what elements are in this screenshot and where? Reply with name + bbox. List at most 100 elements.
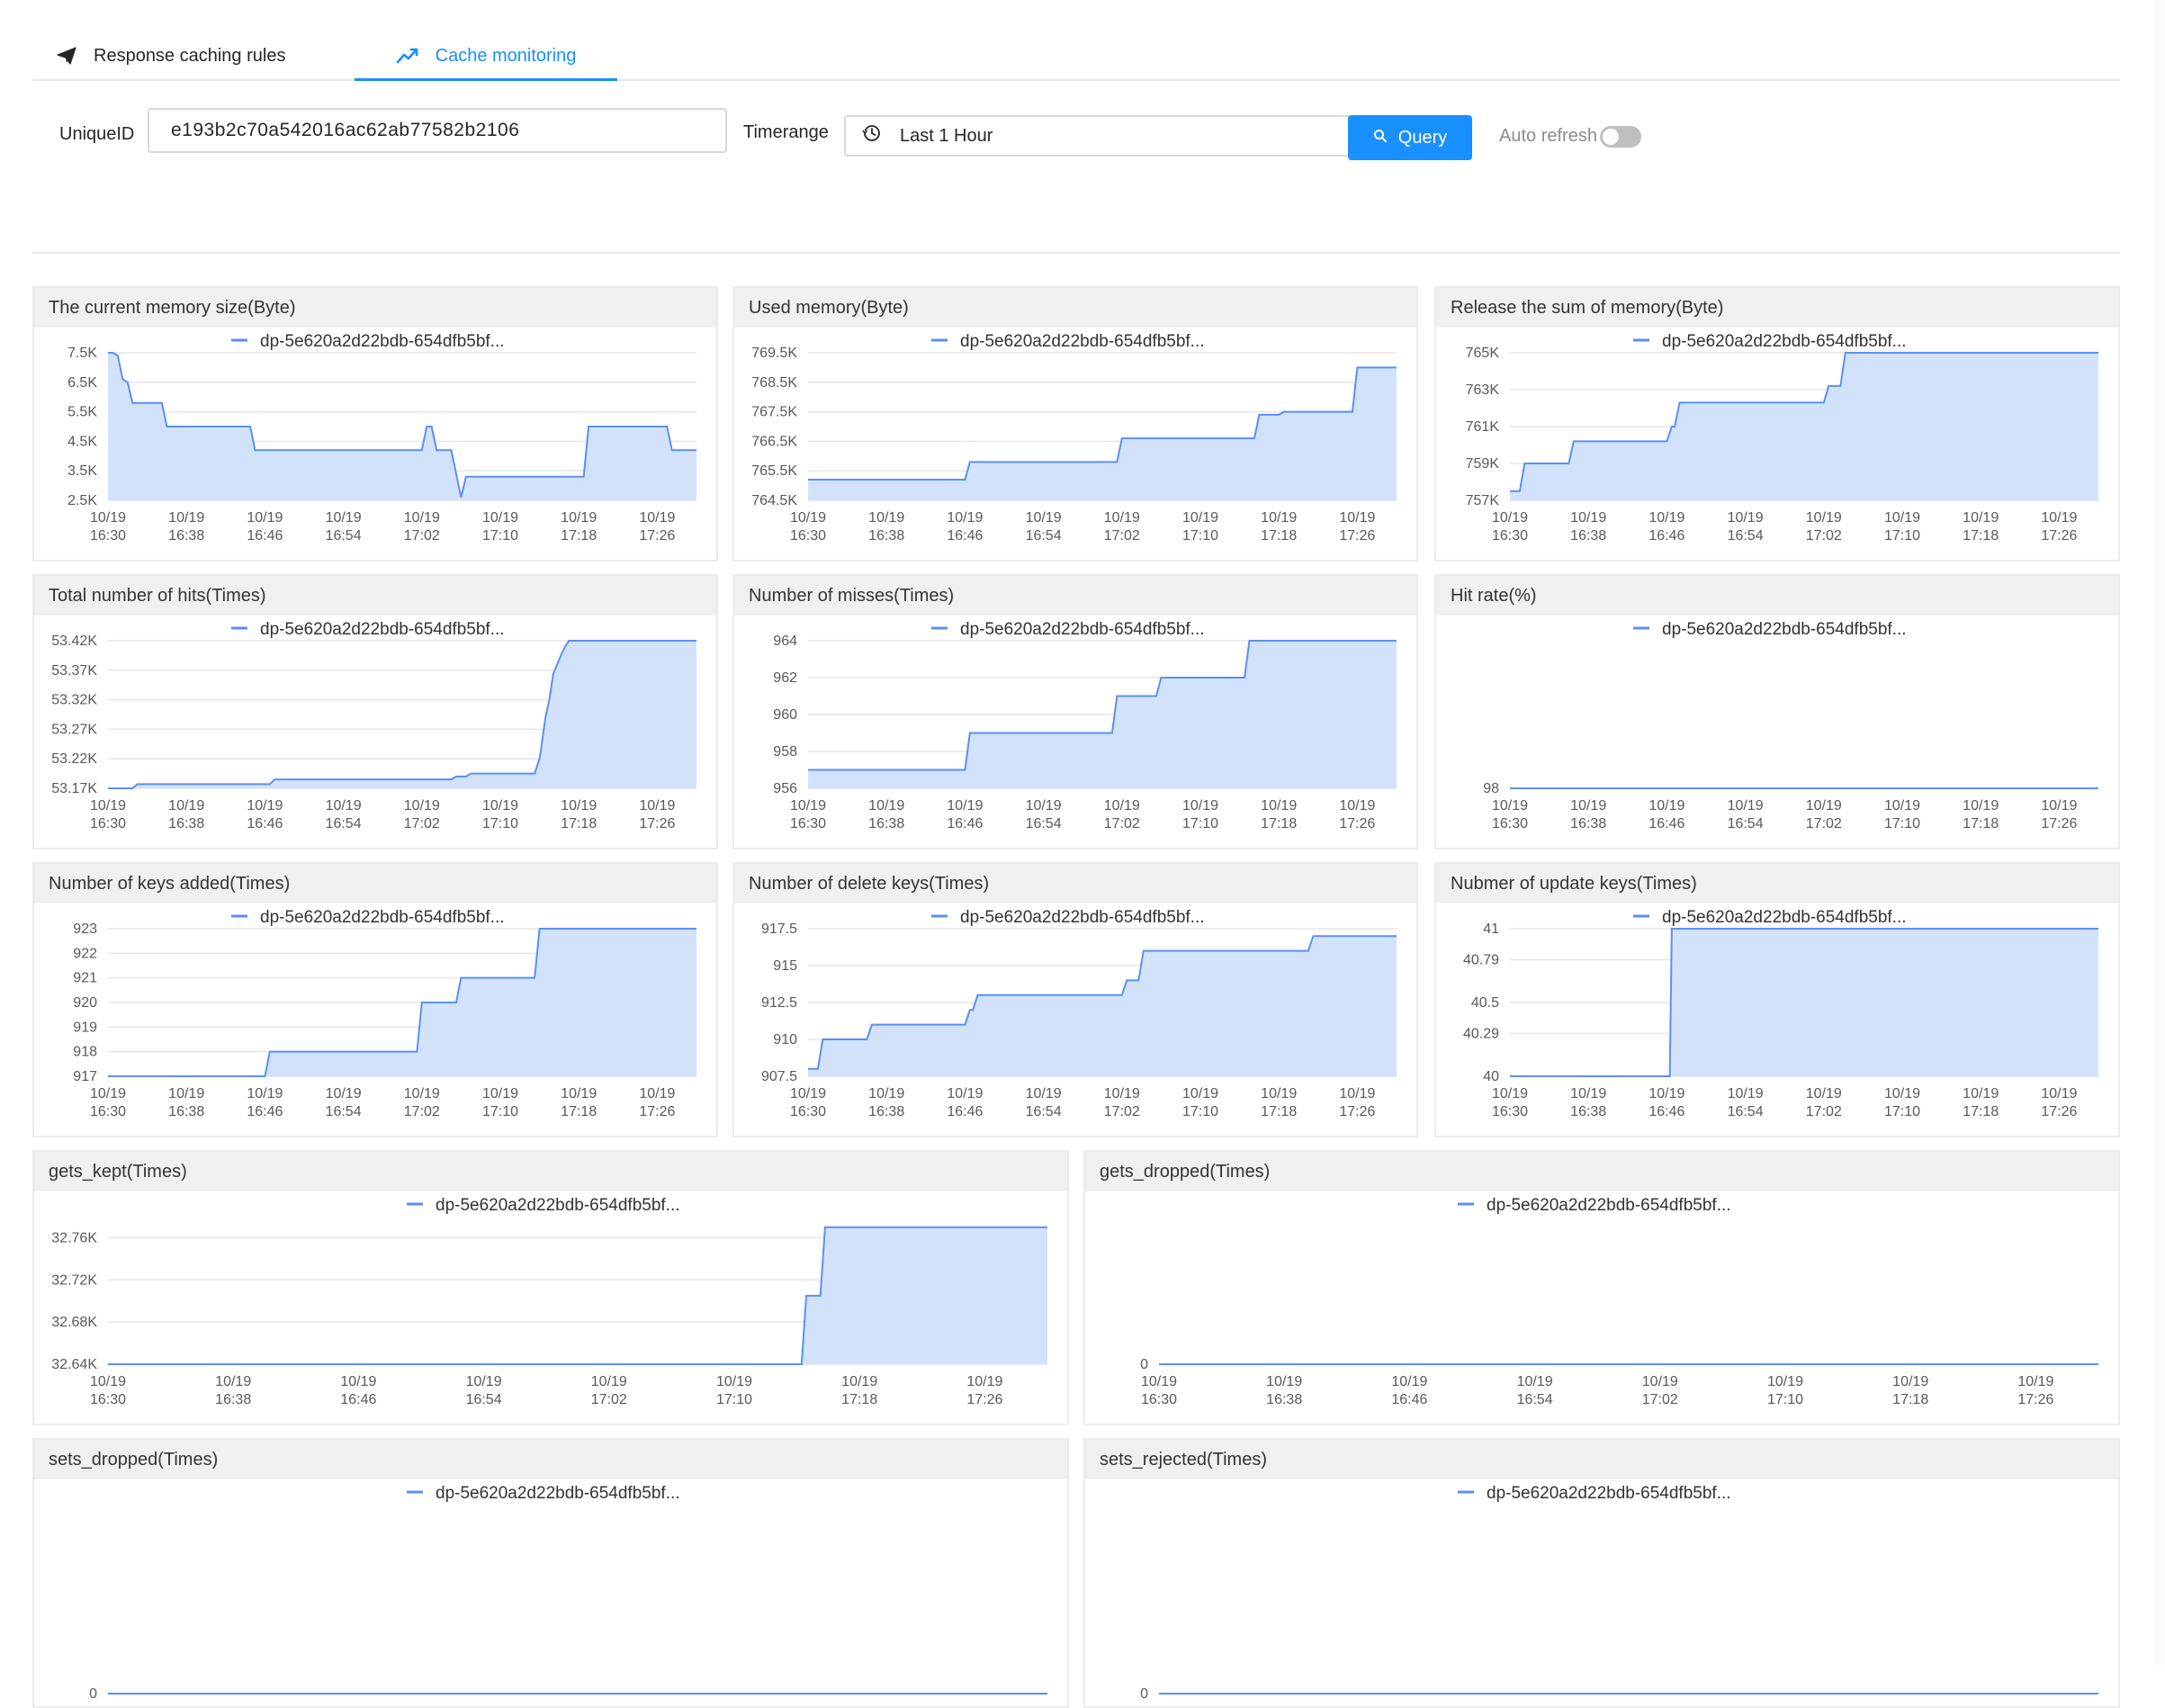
x-tick-label: 10/19 [1104,510,1140,526]
y-tick-label: 915 [773,958,797,974]
legend-label[interactable]: dp-5e620a2d22bdb-654dfb5bf... [960,908,1205,927]
auto-refresh-switch[interactable] [1600,126,1641,148]
legend-label[interactable]: dp-5e620a2d22bdb-654dfb5bf... [260,908,505,927]
legend-label[interactable]: dp-5e620a2d22bdb-654dfb5bf... [1487,1484,1731,1503]
x-tick-label: 17:26 [639,1104,675,1119]
y-tick-label: 41 [1483,921,1499,937]
chart-panel: Number of delete keys(Times) 907.5 910 912.… [732,862,1418,1137]
x-tick-label: 17:02 [1104,1104,1140,1119]
chart-svg: 0 dp-5e620a2d22bdb-654dfb5bf... [89,1484,1047,1702]
x-tick-label: 10/19 [1963,510,1999,526]
x-tick-label: 10/19 [591,1374,627,1389]
chart-panel: Total number of hits(Times) 53.17K 53.22K 5… [32,574,718,850]
query-form: UniqueID Timerange Last 1 Hour Query Aut… [32,108,2120,162]
y-tick-label: 53.37K [51,663,97,679]
legend-label[interactable]: dp-5e620a2d22bdb-654dfb5bf... [1487,1196,1731,1215]
x-tick-label: 16:38 [168,816,204,832]
x-tick-label: 17:18 [1261,816,1297,832]
y-tick-label: 766.5K [751,434,797,449]
y-tick-label: 767.5K [751,405,797,420]
y-tick-label: 53.22K [51,751,97,767]
tab-response-caching-rules[interactable]: Response caching rules [56,32,285,79]
chart-svg: 917 918 919 920 921 922 923 10/19 16:30 10/19 16:3… [73,908,696,1119]
x-tick-label: 17:10 [1767,1392,1803,1407]
y-tick-label: 921 [73,971,97,986]
y-tick-label: 32.76K [51,1230,97,1245]
x-tick-label: 16:30 [1492,528,1528,544]
legend-label[interactable]: dp-5e620a2d22bdb-654dfb5bf... [1662,620,1907,639]
y-tick-label: 919 [73,1020,97,1035]
x-tick-label: 16:38 [868,816,904,832]
legend-label[interactable]: dp-5e620a2d22bdb-654dfb5bf... [960,620,1205,639]
x-tick-label: 10/19 [404,1086,440,1101]
chart-panel: Used memory(Byte) 764.5K 765.5K 766.5K 767.5… [732,286,1418,562]
x-tick-label: 10/19 [1728,1086,1764,1101]
legend-label[interactable]: dp-5e620a2d22bdb-654dfb5bf... [960,332,1205,351]
legend-label[interactable]: dp-5e620a2d22bdb-654dfb5bf... [1662,332,1907,351]
line-chart-icon [396,47,419,65]
x-tick-label: 16:30 [90,528,126,544]
x-tick-label: 17:02 [591,1392,627,1407]
legend-label[interactable]: dp-5e620a2d22bdb-654dfb5bf... [1662,908,1907,927]
x-tick-label: 16:38 [1570,816,1606,832]
uniqueid-label: UniqueID [59,124,135,144]
x-tick-label: 17:18 [561,816,597,832]
x-tick-label: 10/19 [1026,1086,1062,1101]
x-tick-label: 16:54 [1728,528,1764,544]
x-tick-label: 10/19 [1182,510,1218,526]
legend-label[interactable]: dp-5e620a2d22bdb-654dfb5bf... [260,332,505,351]
legend-label[interactable]: dp-5e620a2d22bdb-654dfb5bf... [436,1196,680,1215]
x-tick-label: 10/19 [1648,1086,1684,1101]
x-tick-label: 16:54 [1517,1392,1553,1407]
y-tick-label: 40.29 [1463,1026,1499,1041]
x-tick-label: 16:54 [1026,528,1062,544]
x-tick-label: 10/19 [1963,798,1999,814]
x-tick-label: 10/19 [1648,798,1684,814]
x-tick-label: 10/19 [2041,1086,2077,1101]
legend-label[interactable]: dp-5e620a2d22bdb-654dfb5bf... [436,1484,680,1503]
tab-label: Response caching rules [94,45,286,66]
x-tick-label: 10/19 [561,510,597,526]
x-tick-label: 10/19 [90,798,126,814]
x-tick-label: 17:10 [716,1392,752,1407]
y-tick-label: 0 [1140,1686,1148,1702]
x-tick-label: 10/19 [1391,1374,1427,1389]
x-tick-label: 16:38 [1570,1104,1606,1119]
chart-svg: 757K 759K 761K 763K 765K 10/19 16:30 10/19 16:38… [1466,332,2098,544]
x-tick-label: 17:18 [1963,1104,1999,1119]
uniqueid-input[interactable] [148,108,727,153]
chart-title: Hit rate(%) [1436,576,2118,616]
x-tick-label: 16:30 [1141,1392,1177,1407]
x-tick-label: 10/19 [168,510,204,526]
y-tick-label: 912.5 [761,995,797,1011]
x-tick-label: 10/19 [1963,1086,1999,1101]
y-tick-label: 53.27K [51,722,97,737]
y-tick-label: 922 [73,946,97,961]
x-tick-label: 10/19 [1141,1374,1177,1389]
tab-cache-monitoring[interactable]: Cache monitoring [355,32,617,81]
y-tick-label: 32.68K [51,1315,97,1330]
y-tick-label: 964 [773,634,797,649]
y-tick-label: 962 [773,670,797,686]
x-tick-label: 10/19 [247,798,283,814]
query-button[interactable]: Query [1348,115,1472,160]
scrollbar[interactable] [2152,0,2165,1665]
x-tick-label: 10/19 [1026,798,1062,814]
x-tick-label: 16:38 [868,1104,904,1119]
x-tick-label: 16:54 [1728,1104,1764,1119]
y-tick-label: 53.42K [51,634,97,649]
x-tick-label: 16:30 [790,1104,826,1119]
y-tick-label: 3.5K [67,463,97,479]
y-tick-label: 53.17K [51,781,97,796]
x-tick-label: 17:10 [1182,1104,1218,1119]
x-tick-label: 16:30 [90,1392,126,1407]
legend-label[interactable]: dp-5e620a2d22bdb-654dfb5bf... [260,620,505,639]
x-tick-label: 10/19 [1104,1086,1140,1101]
timerange-picker[interactable]: Last 1 Hour [844,115,1366,157]
x-tick-label: 16:54 [466,1392,502,1407]
chart-title: Number of delete keys(Times) [734,864,1416,903]
x-tick-label: 10/19 [561,1086,597,1101]
y-tick-label: 761K [1466,419,1500,435]
y-tick-label: 53.32K [51,693,97,708]
x-tick-label: 10/19 [868,798,904,814]
